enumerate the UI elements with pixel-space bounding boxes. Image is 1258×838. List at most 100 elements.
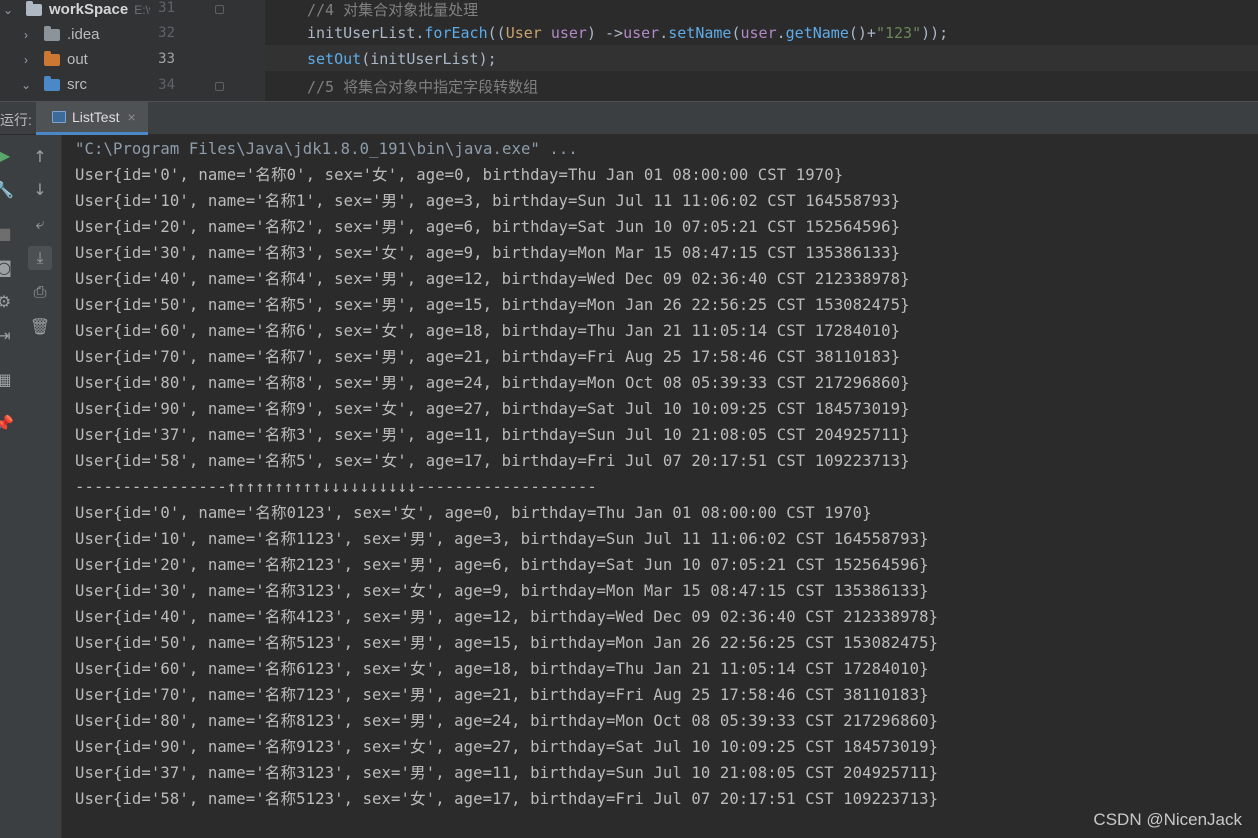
console-tab-icon bbox=[52, 111, 66, 123]
line-number: 32 bbox=[158, 25, 175, 41]
code-token: //4 对集合对象批量处理 bbox=[307, 1, 479, 19]
code-token: . bbox=[776, 24, 786, 42]
console-line: User{id='58', name='名称5123', sex='女', ag… bbox=[75, 790, 939, 808]
console-line: User{id='40', name='名称4123', sex='男', ag… bbox=[75, 608, 939, 626]
console-line: User{id='40', name='名称4', sex='男', age=1… bbox=[75, 270, 910, 288]
console-line: User{id='58', name='名称5', sex='女', age=1… bbox=[75, 452, 910, 470]
run-label: 运行: bbox=[0, 112, 32, 128]
fold-marker-icon[interactable] bbox=[215, 5, 224, 14]
console-line: User{id='60', name='名称6123', sex='女', ag… bbox=[75, 660, 929, 678]
code-token: //5 将集合对象中指定字段转数组 bbox=[307, 78, 539, 96]
chevron-down-icon[interactable]: ⌄ bbox=[20, 78, 32, 92]
rerun-icon[interactable]: ▶ bbox=[0, 143, 16, 167]
camera-icon[interactable]: ◙ bbox=[0, 255, 16, 279]
project-tree: ⌄ workSpace E:\w › .idea › out ⌄ src bbox=[0, 0, 150, 101]
console-line: User{id='37', name='名称3', sex='男', age=1… bbox=[75, 426, 910, 444]
editor-gutter: 31 32 33 34 bbox=[150, 0, 265, 101]
console-line: User{id='10', name='名称1123', sex='男', ag… bbox=[75, 530, 929, 548]
code-token: initUserList. bbox=[307, 24, 425, 42]
console-line: User{id='60', name='名称6', sex='女', age=1… bbox=[75, 322, 901, 340]
code-token: user bbox=[740, 24, 777, 42]
line-number: 34 bbox=[158, 77, 175, 93]
code-token: user bbox=[550, 24, 587, 42]
console-command-line: "C:\Program Files\Java\jdk1.8.0_191\bin\… bbox=[75, 140, 578, 158]
console-line: User{id='20', name='名称2', sex='男', age=6… bbox=[75, 218, 901, 236]
code-token: "123" bbox=[875, 24, 922, 42]
pin-icon[interactable]: 📌 bbox=[0, 411, 16, 435]
code-token: ( bbox=[731, 24, 741, 42]
code-line: setOut(initUserList); bbox=[307, 50, 497, 68]
console-line: User{id='90', name='名称9123', sex='女', ag… bbox=[75, 738, 939, 756]
tree-item-workspace[interactable]: ⌄ workSpace E:\w bbox=[0, 0, 150, 22]
console-line: User{id='20', name='名称2123', sex='男', ag… bbox=[75, 556, 929, 574]
tree-item-label: out bbox=[67, 51, 88, 68]
tab-label: ListTest bbox=[72, 109, 120, 125]
console-line: User{id='50', name='名称5', sex='男', age=1… bbox=[75, 296, 910, 314]
console-line: ----------------↑↑↑↑↑↑↑↑↑↑↓↓↓↓↓↓↓↓↓↓----… bbox=[75, 478, 597, 496]
tree-item-idea[interactable]: › .idea bbox=[6, 22, 100, 47]
folder-icon bbox=[44, 25, 60, 41]
layout-icon[interactable]: ▦ bbox=[0, 367, 16, 391]
console-output[interactable]: "C:\Program Files\Java\jdk1.8.0_191\bin\… bbox=[62, 135, 1258, 838]
tree-item-label: .idea bbox=[67, 26, 100, 43]
code-token: User bbox=[505, 24, 551, 42]
console-line: User{id='80', name='名称8123', sex='男', ag… bbox=[75, 712, 939, 730]
code-token: )); bbox=[921, 24, 949, 42]
folder-icon bbox=[44, 75, 60, 91]
code-token: setName bbox=[668, 24, 732, 42]
close-icon[interactable]: × bbox=[127, 109, 135, 125]
stop-icon[interactable]: ■ bbox=[0, 221, 16, 245]
code-token: (( bbox=[487, 24, 506, 42]
code-token: . bbox=[659, 24, 669, 42]
soft-wrap-icon[interactable]: ⤶ bbox=[28, 212, 52, 236]
code-token: getName bbox=[785, 24, 849, 42]
code-token: ) -> bbox=[586, 24, 624, 42]
print-icon[interactable]: ⎙ bbox=[28, 280, 52, 304]
console-line: User{id='30', name='名称3', sex='女', age=9… bbox=[75, 244, 901, 262]
run-toolbar-left: ▶ 🔧 ■ ◙ ⚙ ⇥ ▦ 📌 bbox=[0, 135, 20, 838]
line-number: 31 bbox=[158, 0, 175, 16]
code-line: //4 对集合对象批量处理 bbox=[307, 0, 478, 20]
code-token: forEach bbox=[424, 24, 488, 42]
tab-listtest[interactable]: ListTest × bbox=[36, 102, 148, 135]
code-editor[interactable]: //4 对集合对象批量处理 initUserList.forEach((User … bbox=[265, 0, 1258, 101]
console-line: User{id='70', name='名称7', sex='男', age=2… bbox=[75, 348, 901, 366]
folder-icon bbox=[26, 0, 42, 16]
tree-item-label: src bbox=[67, 76, 87, 93]
console-line: User{id='37', name='名称3123', sex='男', ag… bbox=[75, 764, 939, 782]
console-line: User{id='30', name='名称3123', sex='女', ag… bbox=[75, 582, 929, 600]
watermark: CSDN @NicenJack bbox=[1093, 810, 1242, 829]
console-line: User{id='90', name='名称9', sex='女', age=2… bbox=[75, 400, 910, 418]
code-token: (initUserList); bbox=[361, 50, 497, 68]
line-number: 33 bbox=[158, 51, 175, 67]
code-line: //5 将集合对象中指定字段转数组 bbox=[307, 76, 538, 97]
run-toolbar-right: ↑ ↓ ⤶ ⤓ ⎙ 🗑 bbox=[20, 135, 62, 838]
tree-item-label: workSpace bbox=[49, 1, 129, 18]
console-line: User{id='70', name='名称7123', sex='男', ag… bbox=[75, 686, 929, 704]
console-line: User{id='80', name='名称8', sex='男', age=2… bbox=[75, 374, 910, 392]
chevron-right-icon[interactable]: › bbox=[20, 53, 32, 67]
tree-item-out[interactable]: › out bbox=[6, 47, 88, 72]
scroll-to-end-icon[interactable]: ⤓ bbox=[28, 246, 52, 270]
code-token: setOut bbox=[307, 50, 362, 68]
settings-icon[interactable]: ⚙ bbox=[0, 289, 16, 313]
code-token: ()+ bbox=[848, 24, 876, 42]
chevron-right-icon[interactable]: › bbox=[20, 28, 32, 42]
project-path: E:\w bbox=[134, 2, 150, 17]
console-line: User{id='10', name='名称1', sex='男', age=3… bbox=[75, 192, 901, 210]
down-arrow-icon[interactable]: ↓ bbox=[28, 177, 52, 201]
trash-icon[interactable]: 🗑 bbox=[28, 314, 52, 338]
console-line: User{id='50', name='名称5123', sex='男', ag… bbox=[75, 634, 939, 652]
code-token: user bbox=[623, 24, 660, 42]
up-arrow-icon[interactable]: ↑ bbox=[28, 144, 52, 168]
chevron-down-icon[interactable]: ⌄ bbox=[2, 3, 14, 17]
console-line: User{id='0', name='名称0', sex='女', age=0,… bbox=[75, 166, 844, 184]
wrench-icon[interactable]: 🔧 bbox=[0, 177, 16, 201]
console-line: User{id='0', name='名称0123', sex='女', age… bbox=[75, 504, 872, 522]
tree-item-src[interactable]: ⌄ src bbox=[6, 72, 87, 97]
fold-marker-icon[interactable] bbox=[215, 82, 224, 91]
exit-icon[interactable]: ⇥ bbox=[0, 323, 16, 347]
folder-icon bbox=[44, 50, 60, 66]
code-line: initUserList.forEach((User user) ->user.… bbox=[307, 24, 948, 42]
run-tool-window-header: 运行: ListTest × bbox=[0, 101, 1258, 135]
